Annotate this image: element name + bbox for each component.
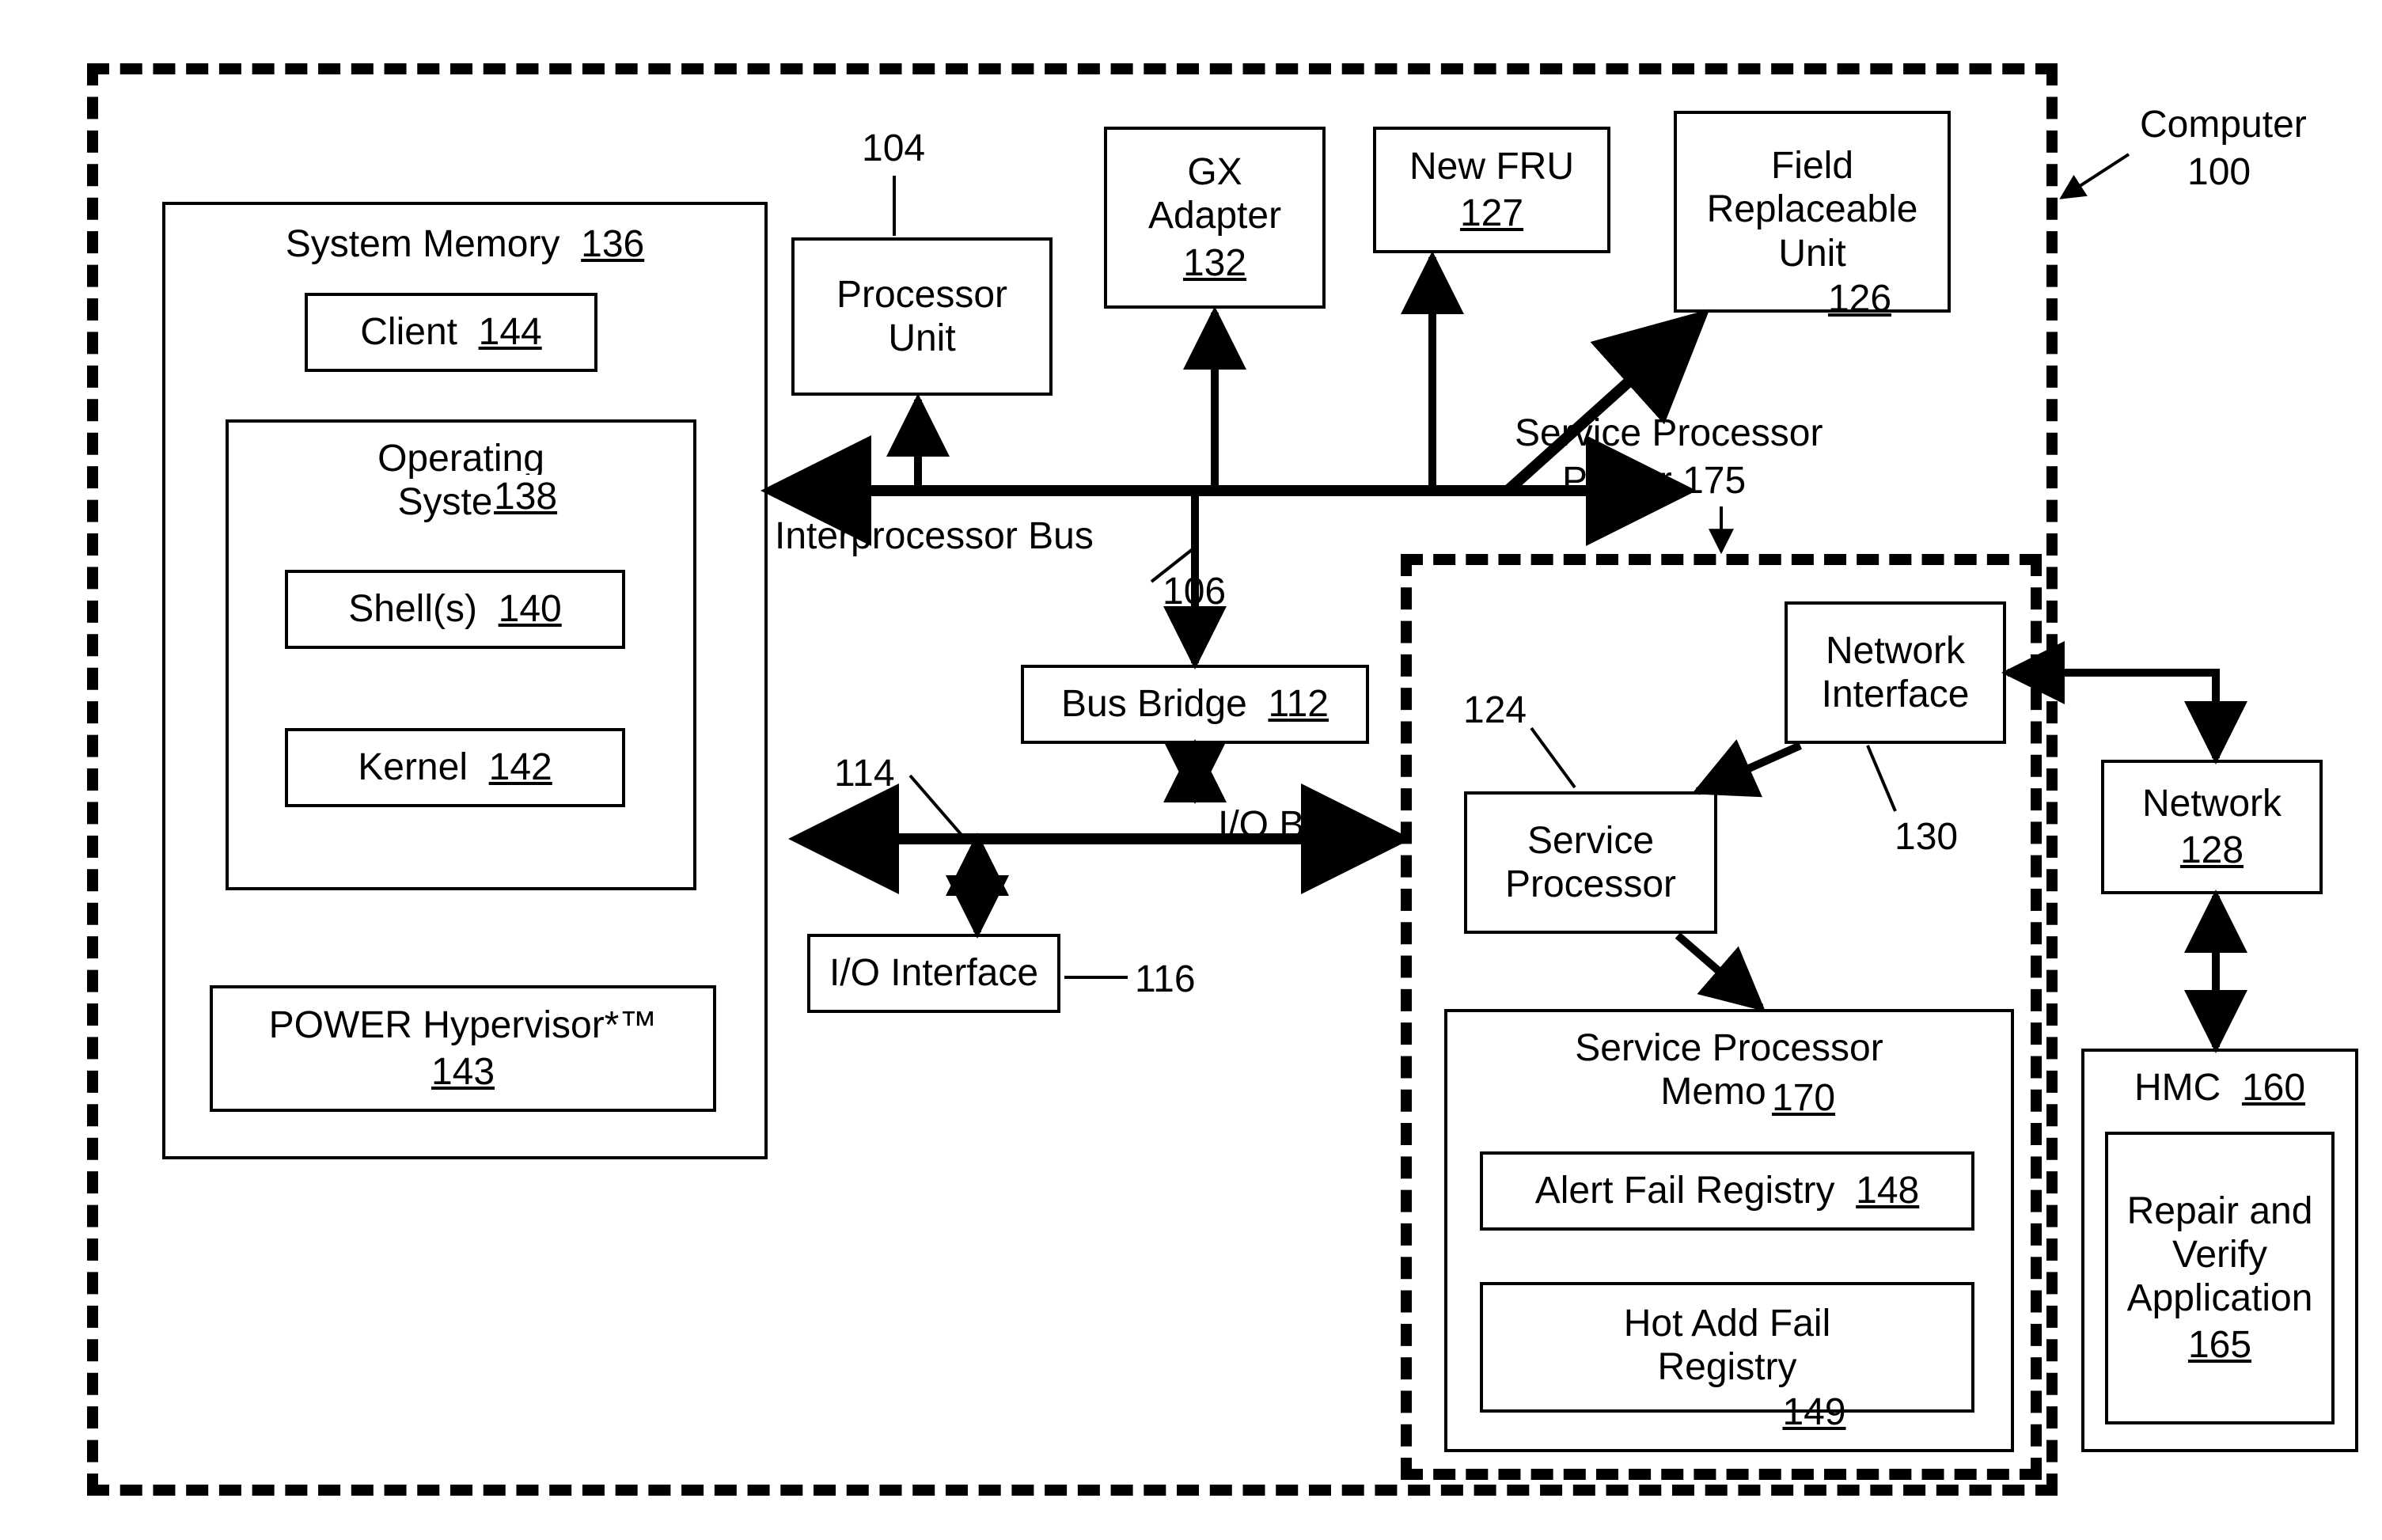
hot-add-fail-registry-title: Hot Add Fail Registry: [1624, 1302, 1830, 1389]
processor-unit-box: Processor Unit: [791, 237, 1053, 396]
shells-title: Shell(s): [348, 588, 477, 630]
new-fru-title: New FRU: [1409, 145, 1574, 188]
computer-label: Computer: [2137, 103, 2310, 146]
alert-fail-registry-title: Alert Fail Registry: [1535, 1170, 1835, 1212]
repair-verify-box: Repair and Verify Application 165: [2105, 1132, 2335, 1424]
hmc-ref: 160: [2242, 1067, 2305, 1109]
ref-116: 116: [1132, 958, 1199, 1001]
ref-124: 124: [1460, 688, 1530, 732]
ref-130: 130: [1891, 815, 1961, 859]
repair-verify-ref: 165: [2188, 1323, 2251, 1367]
alert-fail-registry-box: Alert Fail Registry 148: [1480, 1151, 1974, 1231]
repair-verify-title: Repair and Verify Application: [2127, 1189, 2313, 1321]
interproc-bus-ref: 106: [1159, 570, 1229, 613]
processor-unit-title: Processor Unit: [836, 273, 1007, 360]
network-interface-title: Network Interface: [1822, 629, 1970, 716]
network-interface-box: Network Interface: [1785, 601, 2006, 744]
new-fru-box: New FRU 127: [1373, 127, 1610, 253]
hmc-title: HMC: [2134, 1067, 2221, 1109]
diagram-stage: Computer 100 Service Processor Planar 17…: [0, 0, 2382, 1540]
hot-add-fail-registry-box: Hot Add Fail Registry 149: [1480, 1282, 1974, 1413]
kernel-title: Kernel: [358, 746, 468, 788]
hot-add-fail-registry-ref: 149: [1782, 1390, 1845, 1434]
kernel-ref: 142: [489, 746, 552, 788]
ref-114: 114: [831, 752, 898, 795]
system-memory-ref: 136: [581, 223, 644, 265]
bus-bridge-title: Bus Bridge: [1061, 683, 1247, 725]
kernel-box: Kernel 142: [285, 728, 625, 807]
os-ref-vis: 138: [491, 475, 560, 518]
io-interface-title: I/O Interface: [829, 951, 1038, 995]
fru-box: Field Replaceable Unit 126: [1674, 111, 1951, 313]
interproc-bus-label: Interprocessor Bus: [772, 514, 1097, 558]
bus-bridge-box: Bus Bridge 112: [1021, 665, 1369, 744]
client-box: Client 144: [305, 293, 597, 372]
fru-title: Field Replaceable Unit: [1707, 144, 1918, 275]
hypervisor-box: POWER Hypervisor*™ 143: [210, 985, 716, 1112]
hypervisor-title: POWER Hypervisor*™: [269, 1003, 658, 1047]
alert-fail-registry-ref: 148: [1856, 1170, 1919, 1212]
network-title: Network: [2142, 782, 2281, 825]
network-ref: 128: [2180, 829, 2244, 872]
gx-adapter-box: GX Adapter 132: [1104, 127, 1326, 309]
gx-adapter-ref: 132: [1183, 241, 1246, 285]
sp-planar-label-2: Planar 175: [1559, 459, 1749, 503]
computer-ref: 100: [2184, 150, 2254, 194]
os-box: Operating System 138: [226, 419, 696, 890]
system-memory-title: System Memory: [286, 223, 560, 265]
network-box: Network 128: [2101, 760, 2323, 894]
shells-ref: 140: [499, 588, 562, 630]
client-ref: 144: [479, 311, 542, 353]
service-processor-box: Service Processor: [1464, 791, 1717, 934]
io-interface-box: I/O Interface: [807, 934, 1060, 1013]
sp-planar-label-1: Service Processor: [1512, 412, 1826, 455]
hypervisor-ref: 143: [431, 1050, 495, 1094]
service-processor-title: Service Processor: [1505, 819, 1676, 906]
gx-adapter-title: GX Adapter: [1148, 150, 1281, 237]
ref-104: 104: [859, 127, 928, 170]
io-bus-label: I/O Bus: [1215, 803, 1348, 847]
bus-bridge-ref: 112: [1268, 683, 1329, 725]
new-fru-ref: 127: [1460, 192, 1523, 235]
client-title: Client: [360, 311, 457, 353]
sp-memory-ref: 170: [1769, 1076, 1838, 1120]
fru-ref: 126: [1828, 277, 1891, 321]
shells-box: Shell(s) 140: [285, 570, 625, 649]
